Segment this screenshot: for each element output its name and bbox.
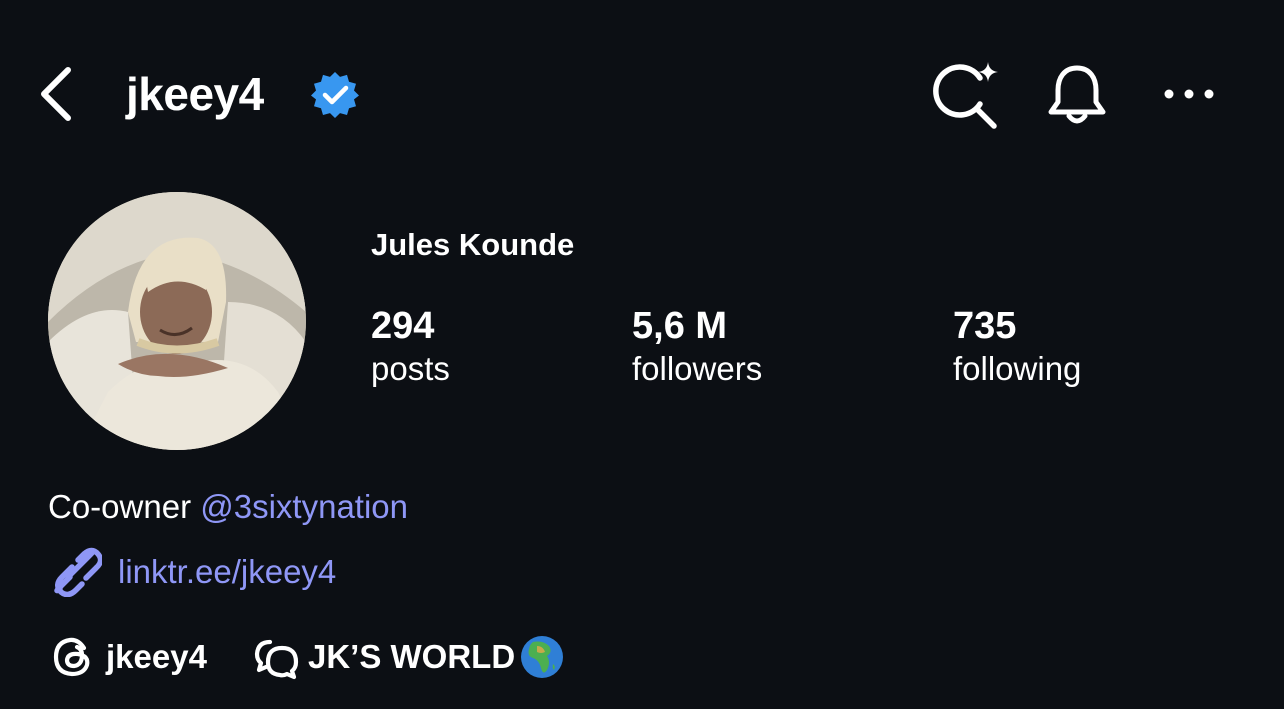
broadcast-channel-badge[interactable]: JK’S WORLD [252, 630, 565, 684]
profile-screen: jkeey4 Jules Kounde 294 posts 5,6 M foll… [0, 0, 1284, 709]
posts-value: 294 [371, 305, 435, 347]
following-label: following [953, 350, 1082, 387]
posts-count[interactable]: 294 posts [371, 304, 450, 390]
bio-prefix: Co-owner [48, 488, 201, 525]
more-options-button[interactable] [1160, 74, 1218, 114]
posts-label: posts [371, 350, 450, 387]
external-link[interactable]: linktr.ee/jkeey4 [48, 546, 336, 598]
chevron-left-icon [41, 67, 71, 121]
verified-badge-icon [310, 70, 360, 120]
following-count[interactable]: 735 following [953, 304, 1081, 390]
profile-full-name: Jules Kounde [371, 227, 575, 262]
external-link-text: linktr.ee/jkeey4 [118, 553, 337, 590]
more-horizontal-icon [1164, 89, 1214, 99]
broadcast-channel-icon [254, 639, 299, 680]
followers-count[interactable]: 5,6 M followers [632, 304, 762, 390]
threads-profile-badge[interactable]: jkeey4 [50, 630, 207, 684]
search-sparkle-icon [933, 62, 998, 129]
threads-username: jkeey4 [106, 638, 207, 675]
bio-text: Co-owner @3sixtynation [48, 486, 408, 528]
following-value: 735 [953, 305, 1017, 347]
notifications-button[interactable] [1044, 62, 1110, 128]
bio-mention-link[interactable]: @3sixtynation [200, 488, 408, 525]
threads-icon [53, 637, 90, 677]
globe-africa-icon [521, 636, 564, 678]
channel-name: JK’S WORLD [308, 638, 516, 675]
followers-label: followers [632, 350, 763, 387]
link-icon [54, 547, 102, 597]
avatar-photo [48, 192, 306, 450]
header-username[interactable]: jkeey4 [126, 66, 264, 122]
followers-value: 5,6 M [632, 305, 728, 347]
search-button[interactable] [930, 58, 1002, 130]
profile-avatar[interactable] [48, 192, 306, 450]
bell-icon [1048, 65, 1106, 124]
back-button[interactable] [32, 62, 86, 126]
